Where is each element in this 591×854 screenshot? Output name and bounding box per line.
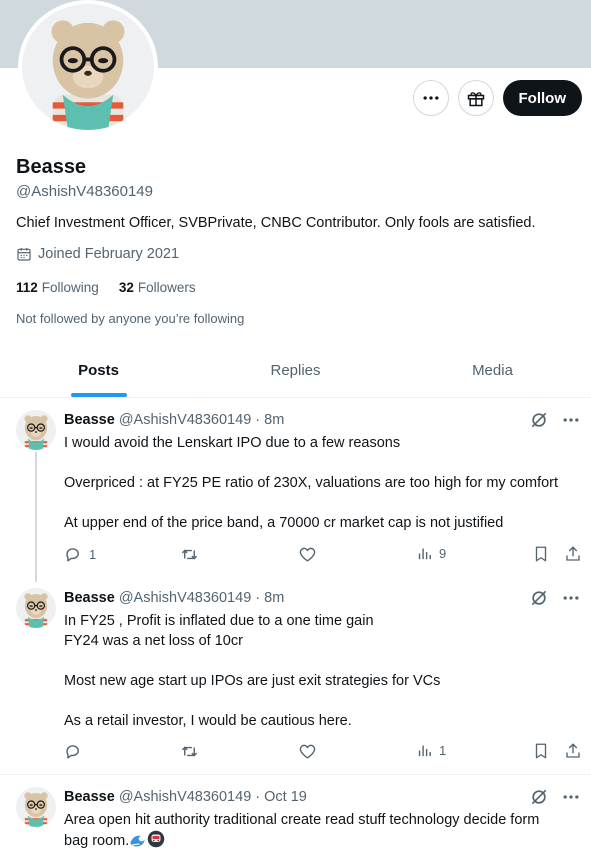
profile-name: Beasse [16, 156, 87, 178]
not-followed-note: Not followed by anyone you’re following [16, 311, 245, 326]
views-button[interactable]: 9 [416, 545, 446, 562]
bookmark-button[interactable] [532, 742, 550, 760]
tab-media[interactable]: Media [394, 344, 591, 397]
reply-icon [64, 545, 83, 564]
reply-count: 1 [89, 547, 97, 562]
more-dots-icon[interactable] [561, 588, 581, 608]
tweet-top-icons [529, 787, 581, 807]
tweet-text: I would avoid the Lenskart IPO due to a … [64, 433, 579, 533]
metro-emoji-icon [148, 830, 165, 848]
tweet-text: Area open hit authority traditional crea… [64, 810, 579, 851]
more-dots-icon[interactable] [561, 787, 581, 807]
tweet-header: Beasse @AshishV48360149 · Oct 19 [64, 789, 307, 805]
retweet-button[interactable] [180, 742, 199, 761]
bookmark-icon [532, 545, 550, 563]
profile-actions: Follow [412, 80, 582, 116]
profile-avatar[interactable] [18, 0, 158, 134]
like-icon [298, 545, 317, 564]
tab-replies[interactable]: Replies [197, 344, 394, 397]
tweet-line-text: bag room. [64, 833, 130, 849]
bookmark-icon [532, 742, 550, 760]
retweet-icon [180, 742, 199, 761]
tweet-line: Overpriced : at FY25 PE ratio of 230X, v… [64, 475, 559, 491]
follow-counts: 112 Following 32 Followers [16, 280, 196, 295]
followers-label: Followers [137, 280, 196, 295]
avatar[interactable] [16, 787, 56, 827]
tweet-top-icons [529, 588, 581, 608]
tweet-line: As a retail investor, I would be cautiou… [64, 713, 352, 729]
retweet-button[interactable] [180, 545, 199, 564]
avatar[interactable] [16, 410, 56, 450]
tweet-actions: 1 9 [64, 545, 584, 565]
tweet-line: I would avoid the Lenskart IPO due to a … [64, 435, 401, 451]
tweet-line: Area open hit authority traditional crea… [64, 812, 540, 828]
profile-handle: @AshishV48360149 [16, 183, 153, 200]
reply-button[interactable] [64, 742, 89, 761]
tweet-header: Beasse @AshishV48360149 · 8m [64, 590, 284, 606]
gift-icon [467, 92, 484, 107]
thread-line [35, 452, 37, 582]
tab-media-label: Media [472, 362, 513, 379]
tweet-author-name[interactable]: Beasse [64, 412, 115, 428]
tweet-header: Beasse @AshishV48360149 · 8m [64, 412, 284, 428]
follow-button[interactable]: Follow [502, 80, 582, 116]
bookmark-button[interactable] [532, 545, 550, 563]
following-link[interactable]: 112 Following [16, 280, 99, 295]
reply-icon [64, 742, 83, 761]
tweet-line: bag room. [64, 830, 579, 851]
tweet-line: FY24 was a net loss of 10cr [64, 633, 243, 649]
share-icon [564, 742, 582, 760]
tweet-meta[interactable]: @AshishV48360149 · 8m [119, 590, 284, 606]
more-button[interactable] [412, 80, 449, 116]
active-tab-indicator [70, 393, 127, 397]
views-icon [416, 742, 433, 759]
retweet-icon [180, 545, 199, 564]
like-icon [298, 742, 317, 761]
joined-date: Joined February 2021 [16, 246, 179, 262]
reply-button[interactable]: 1 [64, 545, 96, 564]
like-button[interactable] [298, 545, 317, 564]
tweet-text: In FY25 , Profit is inflated due to a on… [64, 611, 579, 731]
tweet-line: In FY25 , Profit is inflated due to a on… [64, 613, 374, 629]
grok-slash-icon[interactable] [529, 787, 549, 807]
tweet-top-icons [529, 410, 581, 430]
grok-slash-icon[interactable] [529, 588, 549, 608]
share-icon [564, 545, 582, 563]
following-count: 112 [16, 280, 38, 295]
share-button[interactable] [564, 545, 582, 563]
tweet-author-name[interactable]: Beasse [64, 590, 115, 606]
tweet-meta[interactable]: @AshishV48360149 · Oct 19 [119, 789, 307, 805]
wave-emoji-icon [130, 835, 146, 847]
profile-bio: Chief Investment Officer, SVBPrivate, CN… [16, 215, 536, 231]
tab-replies-label: Replies [270, 362, 321, 379]
followers-link[interactable]: 32 Followers [119, 280, 196, 295]
calendar-icon [17, 248, 31, 261]
grok-slash-icon[interactable] [529, 410, 549, 430]
profile-tabs: Posts Replies Media [0, 344, 591, 398]
like-button[interactable] [298, 742, 317, 761]
views-button[interactable]: 1 [416, 742, 446, 759]
followers-count: 32 [118, 280, 134, 295]
tweet-meta[interactable]: @AshishV48360149 · 8m [119, 412, 284, 428]
views-count: 1 [439, 743, 447, 758]
avatar[interactable] [16, 588, 56, 628]
views-count: 9 [439, 546, 447, 561]
more-dots-icon[interactable] [561, 410, 581, 430]
tweet-line: Most new age start up IPOs are just exit… [64, 673, 441, 689]
share-button[interactable] [564, 742, 582, 760]
views-icon [416, 545, 433, 562]
following-label: Following [41, 280, 99, 295]
tweet-author-name[interactable]: Beasse [64, 789, 115, 805]
tweet-actions: 1 [64, 742, 584, 762]
tab-posts[interactable]: Posts [0, 344, 197, 397]
joined-label: Joined February 2021 [38, 246, 180, 262]
tab-posts-label: Posts [78, 362, 119, 379]
tweet-line: At upper end of the price band, a 70000 … [64, 515, 504, 531]
tweet-divider [0, 774, 591, 775]
more-dots-icon [421, 88, 441, 108]
gift-button[interactable] [457, 80, 494, 116]
